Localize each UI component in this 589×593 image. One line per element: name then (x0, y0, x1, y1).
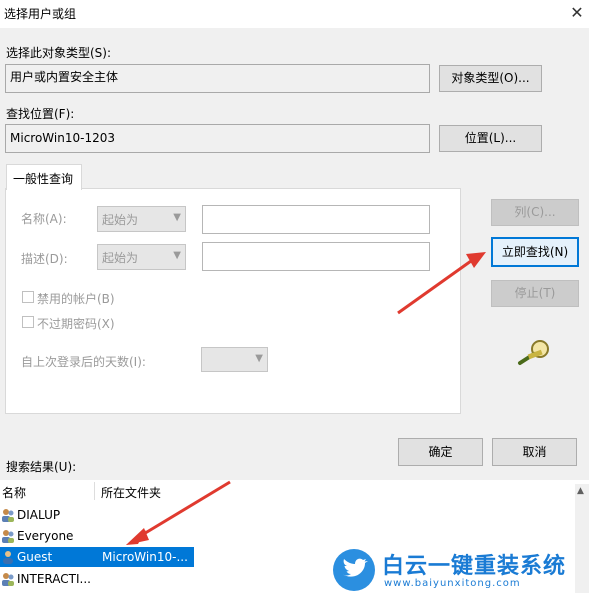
watermark-brand: 白云一键重装系统 (382, 554, 567, 579)
annotation-arrows (126, 252, 486, 545)
watermark-url: www.baiyunxitong.com (384, 578, 521, 589)
twitter-bird-logo-icon (333, 549, 375, 591)
arrow-head-icon (466, 252, 486, 268)
watermark: 白云一键重装系统 www.baiyunxitong.com (330, 548, 580, 592)
